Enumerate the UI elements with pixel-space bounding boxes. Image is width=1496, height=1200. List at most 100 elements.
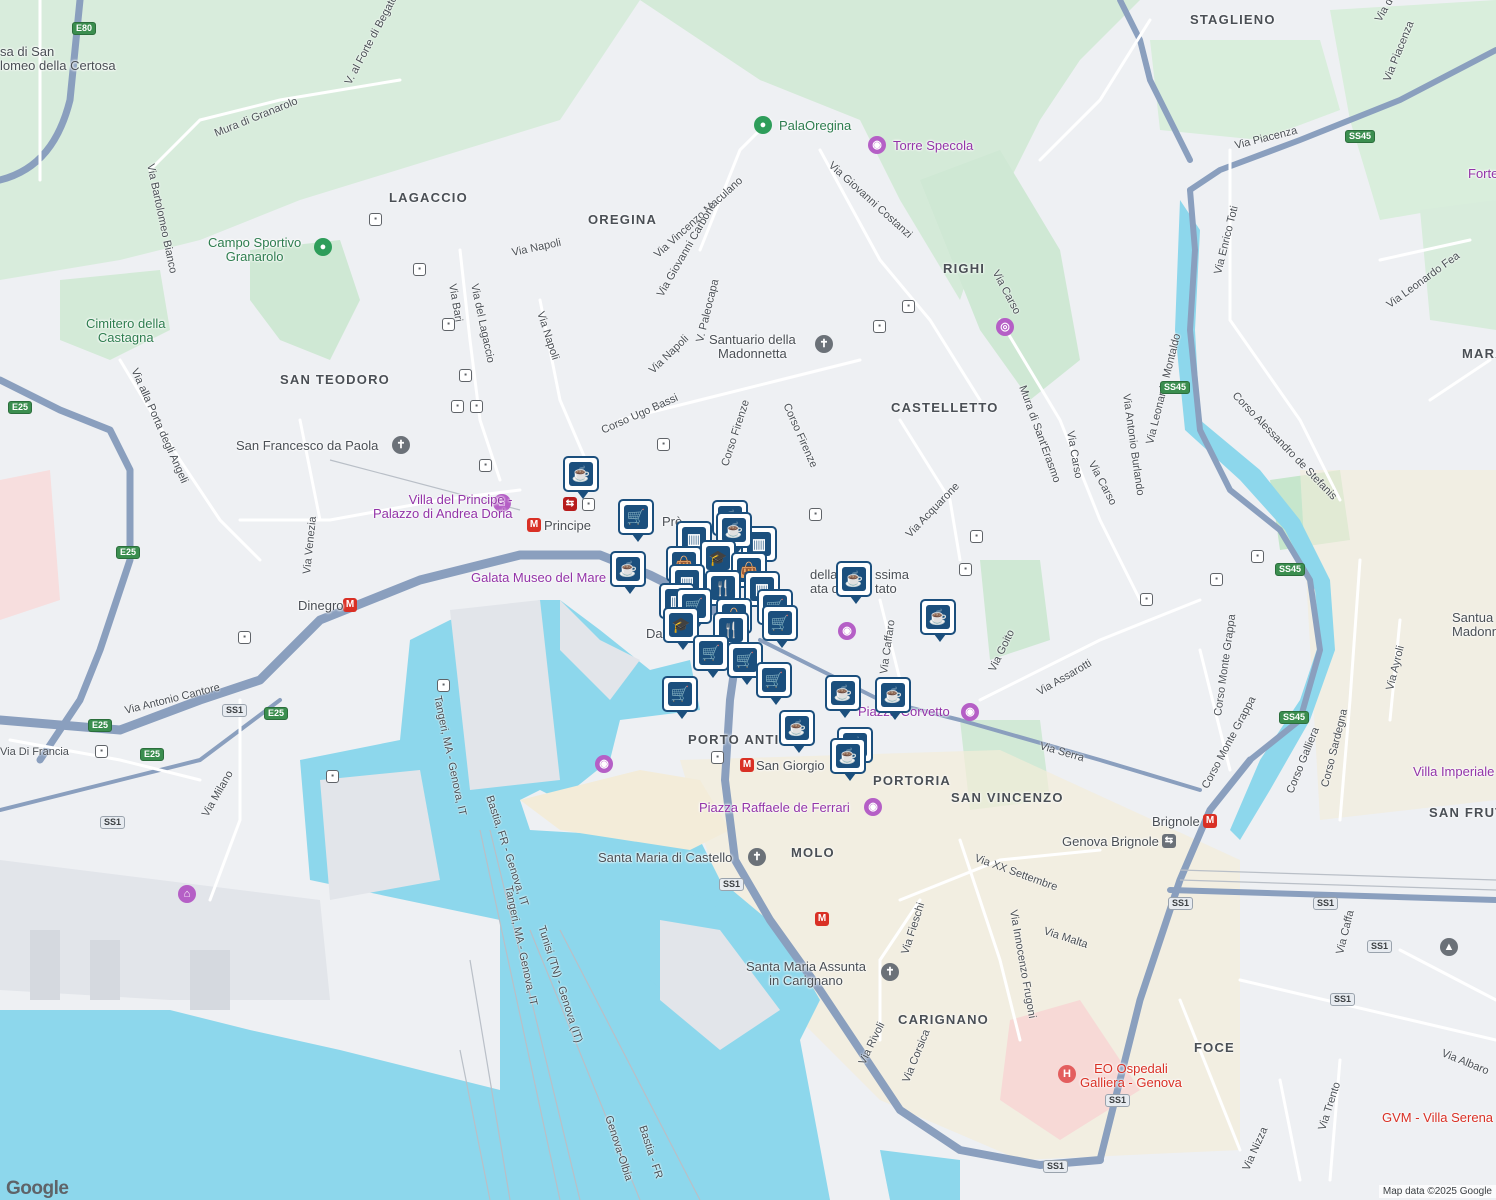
bus-stop-icon[interactable]: ▪ [657, 438, 670, 451]
map-attribution[interactable]: Map data ©2025 Google [1378, 1185, 1496, 1198]
highway-shield: E25 [116, 546, 141, 559]
supermarket-pin[interactable]: 🛒 [618, 499, 654, 542]
place-label[interactable]: San Giorgio [756, 759, 825, 773]
camera-icon[interactable]: ◉ [864, 798, 882, 816]
bus-stop-icon[interactable]: ▪ [238, 631, 251, 644]
coffee-cup-icon: ☕ [836, 744, 860, 768]
place-label[interactable]: sa di San lomeo della Certosa [0, 45, 116, 73]
train-icon[interactable]: ▪ [95, 745, 108, 758]
place-label[interactable]: Piazza Raffaele de Ferrari [699, 801, 850, 815]
supermarket-pin[interactable]: 🛒 [693, 635, 729, 678]
place-label[interactable]: Villa del Principe - Palazzo di Andrea D… [373, 493, 512, 521]
museum-icon[interactable]: ⌂ [178, 885, 196, 903]
place-label[interactable]: Principe [544, 519, 591, 533]
bus-stop-icon[interactable]: ▪ [873, 320, 886, 333]
camera-icon[interactable]: ◉ [838, 622, 856, 640]
place-label[interactable]: San Francesco da Paola [236, 439, 378, 453]
bus-stop-icon[interactable]: ▪ [809, 508, 822, 521]
shopping-cart-icon: 🛒 [762, 668, 786, 692]
cafe-pin[interactable]: ☕ [610, 551, 646, 594]
camera-icon[interactable]: ◉ [868, 136, 886, 154]
cafe-pin[interactable]: ☕ [830, 738, 866, 781]
place-label[interactable]: Genova Brignole [1062, 835, 1159, 849]
bus-stop-icon[interactable]: ▪ [1251, 550, 1264, 563]
bus-stop-icon[interactable]: ▪ [413, 263, 426, 276]
bus-stop-icon[interactable]: ▪ [582, 498, 595, 511]
bus-stop-icon[interactable]: ▪ [459, 369, 472, 382]
ferry-icon[interactable]: ▪ [437, 679, 450, 692]
coffee-cup-icon: ☕ [831, 681, 855, 705]
bus-stop-icon[interactable]: ▪ [479, 459, 492, 472]
place-label[interactable]: Santuario della Madonnetta [709, 333, 796, 361]
bus-stop-icon[interactable]: ▪ [442, 318, 455, 331]
place-label[interactable]: PalaOregina [779, 119, 851, 133]
place-label[interactable]: GVM - Villa Serena [1382, 1111, 1493, 1125]
cafe-pin[interactable]: ☕ [563, 456, 599, 499]
place-label[interactable]: Campo Sportivo Granarolo [208, 236, 301, 264]
shopping-cart-icon: 🛒 [699, 641, 723, 665]
map-canvas[interactable]: LAGACCIO OREGINA RIGHI SAN TEODORO CASTE… [0, 0, 1496, 1200]
district-label: CASTELLETTO [891, 400, 999, 415]
bus-stop-icon[interactable]: ▪ [451, 400, 464, 413]
place-label[interactable]: Torre Specola [893, 139, 973, 153]
highway-shield: SS45 [1275, 563, 1306, 576]
district-label: SAN TEODORO [280, 372, 390, 387]
highway-shield: SS45 [1345, 130, 1376, 143]
bus-stop-icon[interactable]: ▪ [970, 530, 983, 543]
district-label: MOLO [791, 845, 835, 860]
district-label: CARIGNANO [898, 1012, 989, 1027]
place-label[interactable]: Santa Maria Assunta in Carignano [746, 960, 866, 988]
bus-stop-icon[interactable]: ▪ [959, 563, 972, 576]
highway-shield: E25 [88, 719, 113, 732]
park-marker-icon[interactable]: ● [754, 116, 772, 134]
shopping-cart-icon: 🛒 [668, 682, 692, 706]
place-label[interactable]: Santa Maria di Castello [598, 851, 732, 865]
church-icon[interactable]: ✝ [392, 436, 410, 454]
hospital-icon[interactable]: H [1058, 1065, 1076, 1083]
cafe-pin[interactable]: ☕ [779, 710, 815, 753]
ferry-icon[interactable]: ▪ [326, 770, 339, 783]
place-label[interactable]: EO Ospedali Galliera - Genova [1080, 1062, 1182, 1090]
place-label[interactable]: Da [646, 627, 663, 641]
bus-stop-icon[interactable]: ▪ [902, 300, 915, 313]
place-label[interactable]: Villa Imperiale [1413, 765, 1494, 779]
cafe-pin[interactable]: ☕ [836, 561, 872, 604]
cafe-pin[interactable]: ☕ [825, 675, 861, 718]
church-icon[interactable]: ✝ [815, 335, 833, 353]
bus-stop-icon[interactable]: ▪ [1140, 593, 1153, 606]
bus-stop-icon[interactable]: ▪ [369, 213, 382, 226]
supermarket-pin[interactable]: 🛒 [762, 605, 798, 648]
place-label[interactable]: Forte [1468, 167, 1496, 181]
place-label[interactable]: Galata Museo del Mare [471, 571, 606, 585]
camera-icon[interactable]: ◉ [595, 755, 613, 773]
cafe-pin[interactable]: ☕ [920, 599, 956, 642]
metro-icon[interactable]: M [815, 912, 829, 926]
place-label[interactable]: Santua Madonna de [1452, 611, 1496, 639]
train-station-icon[interactable]: ⇆ [563, 497, 577, 511]
viewpoint-icon[interactable]: ◎ [996, 318, 1014, 336]
place-label[interactable]: ssima tato [875, 568, 909, 596]
metro-icon[interactable]: M [740, 758, 754, 772]
bus-stop-icon[interactable]: ▪ [1210, 573, 1223, 586]
district-label: RIGHI [943, 261, 986, 276]
place-label[interactable]: Brignole [1152, 815, 1200, 829]
cafe-pin[interactable]: ☕ [875, 677, 911, 720]
church-icon[interactable]: ✝ [748, 848, 766, 866]
coffee-cup-icon: ☕ [926, 605, 950, 629]
train-station-icon[interactable]: ⇆ [1162, 834, 1176, 848]
supermarket-pin[interactable]: 🛒 [662, 676, 698, 719]
metro-icon[interactable]: M [1203, 814, 1217, 828]
camera-icon[interactable]: ◉ [961, 703, 979, 721]
coffee-cup-icon: ☕ [722, 518, 746, 542]
place-label[interactable]: Cimitero della Castagna [86, 317, 165, 345]
place-label[interactable]: Dinegro [298, 599, 344, 613]
park-marker-icon[interactable]: ● [314, 238, 332, 256]
metro-icon[interactable]: M [343, 598, 357, 612]
coffee-cup-icon: ☕ [616, 557, 640, 581]
school-icon[interactable]: ▲ [1440, 938, 1458, 956]
metro-icon[interactable]: M [527, 518, 541, 532]
church-icon[interactable]: ✝ [881, 963, 899, 981]
ferry-icon[interactable]: ▪ [711, 751, 724, 764]
supermarket-pin[interactable]: 🛒 [756, 662, 792, 705]
bus-stop-icon[interactable]: ▪ [470, 400, 483, 413]
